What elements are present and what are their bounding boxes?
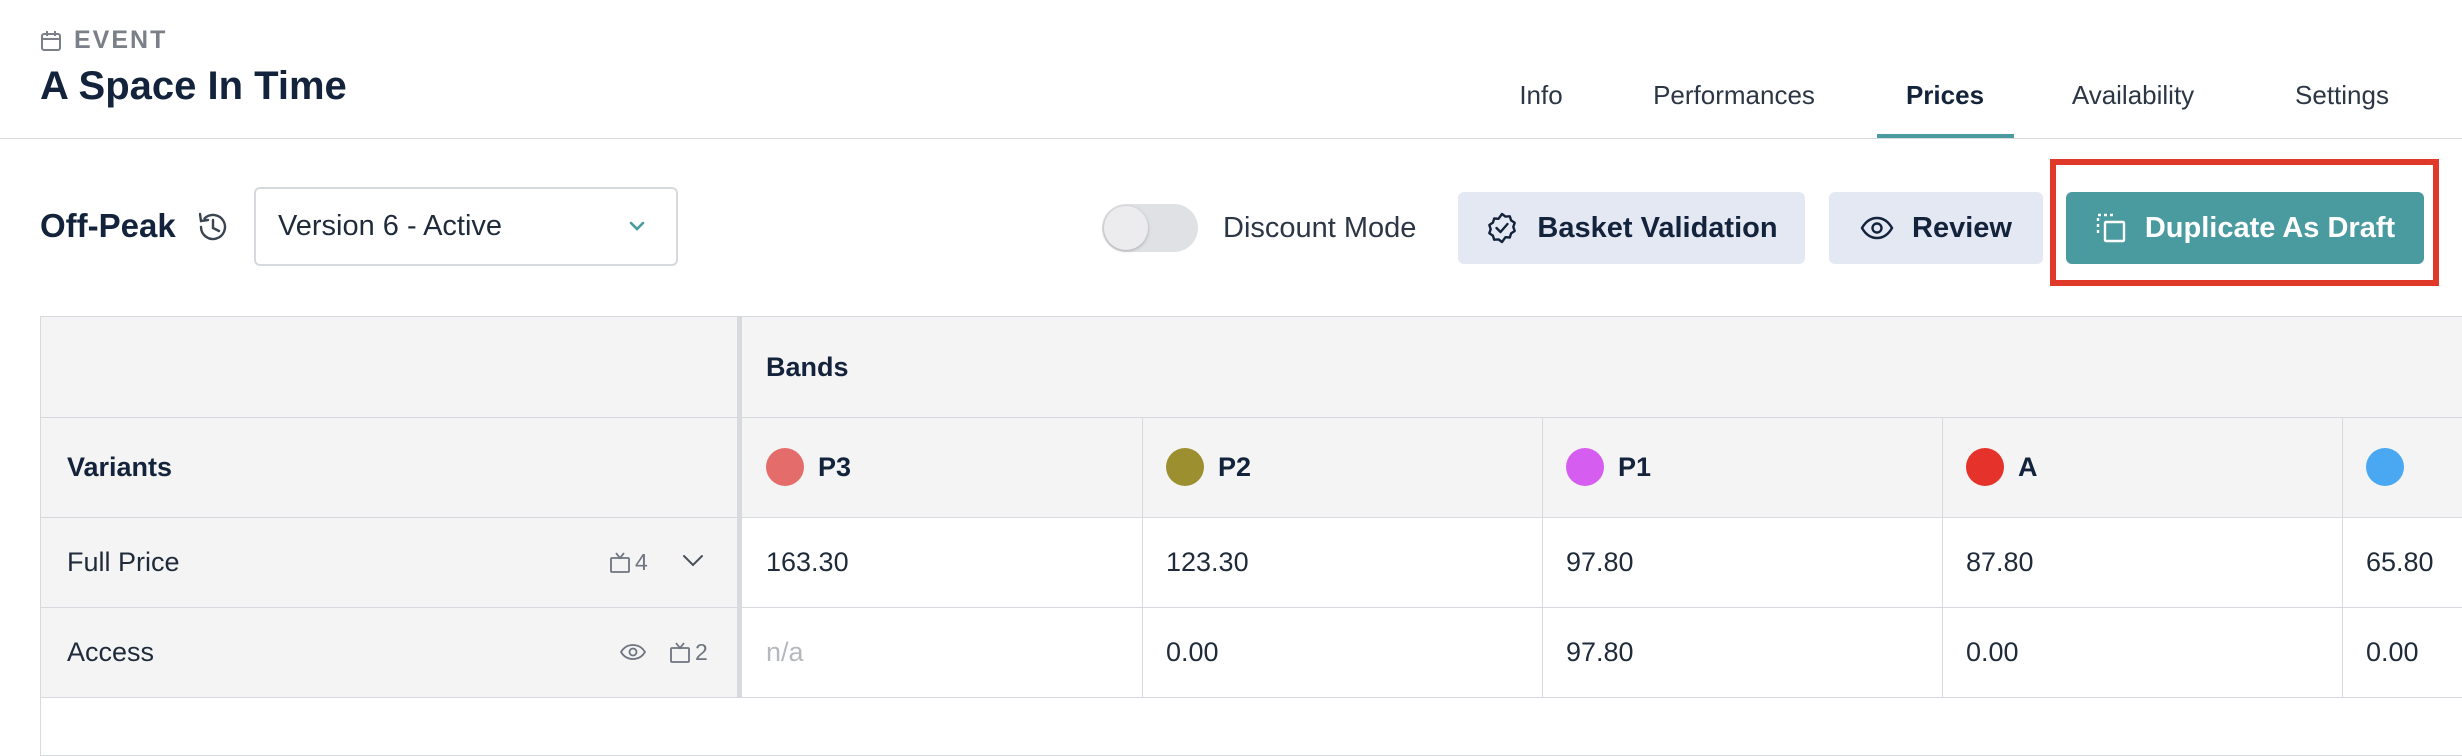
eye-icon (1860, 216, 1894, 240)
tab-info[interactable]: Info (1519, 80, 1562, 111)
variant-name: Full Price (67, 546, 180, 577)
grid-line (41, 517, 2462, 518)
variant-name: Access (67, 636, 155, 667)
grid-line (41, 607, 2462, 608)
toggle-knob (1104, 206, 1148, 250)
tv-icon (670, 641, 690, 663)
band-color-dot (2366, 448, 2404, 486)
band-name: A (2018, 451, 2038, 482)
variants-header: Variants (41, 417, 737, 517)
chevron-down-icon[interactable] (681, 553, 705, 569)
version-select-value: Version 6 - Active (278, 210, 503, 242)
badge-check-icon (1488, 212, 1517, 244)
price-cell[interactable]: 0.00 (2342, 607, 2462, 697)
price-cell[interactable]: 65.80 (2342, 517, 2462, 607)
tab-availability[interactable]: Availability (2072, 80, 2194, 111)
band-name: P1 (1618, 451, 1652, 482)
review-button[interactable]: Review (1829, 192, 2043, 264)
tv-icon (610, 551, 630, 573)
band-header-p3: P3 (742, 417, 1142, 517)
discount-mode-toggle[interactable] (1102, 204, 1198, 252)
bands-header-label: Bands (766, 351, 849, 382)
band-header-partial (2342, 417, 2462, 517)
history-icon[interactable] (196, 210, 230, 244)
band-color-dot (1566, 448, 1604, 486)
tab-performances[interactable]: Performances (1653, 80, 1815, 111)
price-value: 97.80 (1566, 546, 1634, 577)
price-value: 0.00 (2366, 636, 2419, 667)
price-mode-label: Off-Peak (40, 207, 176, 244)
event-label-text: EVENT (74, 26, 168, 54)
calendar-icon (41, 30, 61, 51)
grid-line (41, 417, 2462, 418)
chevron-down-icon (629, 221, 645, 231)
band-name: P3 (818, 451, 852, 482)
band-header-a: A (1942, 417, 2342, 517)
price-value: n/a (766, 636, 804, 667)
price-value: 0.00 (1966, 636, 2019, 667)
price-cell[interactable]: 0.00 (1142, 607, 1542, 697)
price-value: 0.00 (1166, 636, 1219, 667)
price-cell[interactable]: 97.80 (1542, 607, 1942, 697)
price-cell[interactable]: 163.30 (742, 517, 1142, 607)
price-cell[interactable]: 0.00 (1942, 607, 2342, 697)
grid-line (1542, 417, 1543, 697)
variants-header-label: Variants (67, 451, 173, 482)
version-select[interactable]: Version 6 - Active (254, 187, 678, 266)
grid-line (1142, 417, 1143, 697)
basket-validation-label: Basket Validation (1537, 211, 1778, 244)
frozen-column-divider (737, 317, 742, 697)
band-color-dot (1166, 448, 1204, 486)
grid-line (1942, 417, 1943, 697)
channel-count-value: 4 (635, 549, 648, 575)
channel-count-value: 2 (695, 639, 708, 665)
grid-line (41, 697, 2462, 698)
price-cell[interactable]: 87.80 (1942, 517, 2342, 607)
bands-header: Bands (742, 317, 2462, 417)
header-divider (0, 138, 2462, 139)
tab-settings[interactable]: Settings (2295, 80, 2389, 111)
eye-icon (619, 644, 647, 660)
price-value: 163.30 (766, 546, 849, 577)
grid-line (2342, 417, 2343, 697)
band-header-p1: P1 (1542, 417, 1942, 517)
price-cell[interactable]: n/a (742, 607, 1142, 697)
channel-count: 2 (669, 639, 708, 666)
basket-validation-button[interactable]: Basket Validation (1458, 192, 1805, 264)
channel-count: 4 (609, 549, 648, 576)
band-color-dot (1966, 448, 2004, 486)
band-color-dot (766, 448, 804, 486)
review-label: Review (1912, 211, 2012, 244)
page-title: A Space In Time (40, 64, 347, 108)
price-value: 87.80 (1966, 546, 2034, 577)
price-value: 123.30 (1166, 546, 1249, 577)
event-section-label: EVENT (40, 26, 167, 55)
price-cell[interactable]: 97.80 (1542, 517, 1942, 607)
price-table: Bands Variants P3 P2 P1 A Full Price 4 1… (40, 316, 2462, 756)
highlight-annotation (2050, 159, 2439, 286)
price-cell[interactable]: 123.30 (1142, 517, 1542, 607)
price-value: 65.80 (2366, 546, 2434, 577)
price-value: 97.80 (1566, 636, 1634, 667)
tab-prices[interactable]: Prices (1906, 80, 1984, 111)
band-name: P2 (1218, 451, 1252, 482)
band-header-p2: P2 (1142, 417, 1542, 517)
discount-mode-label: Discount Mode (1223, 212, 1417, 244)
